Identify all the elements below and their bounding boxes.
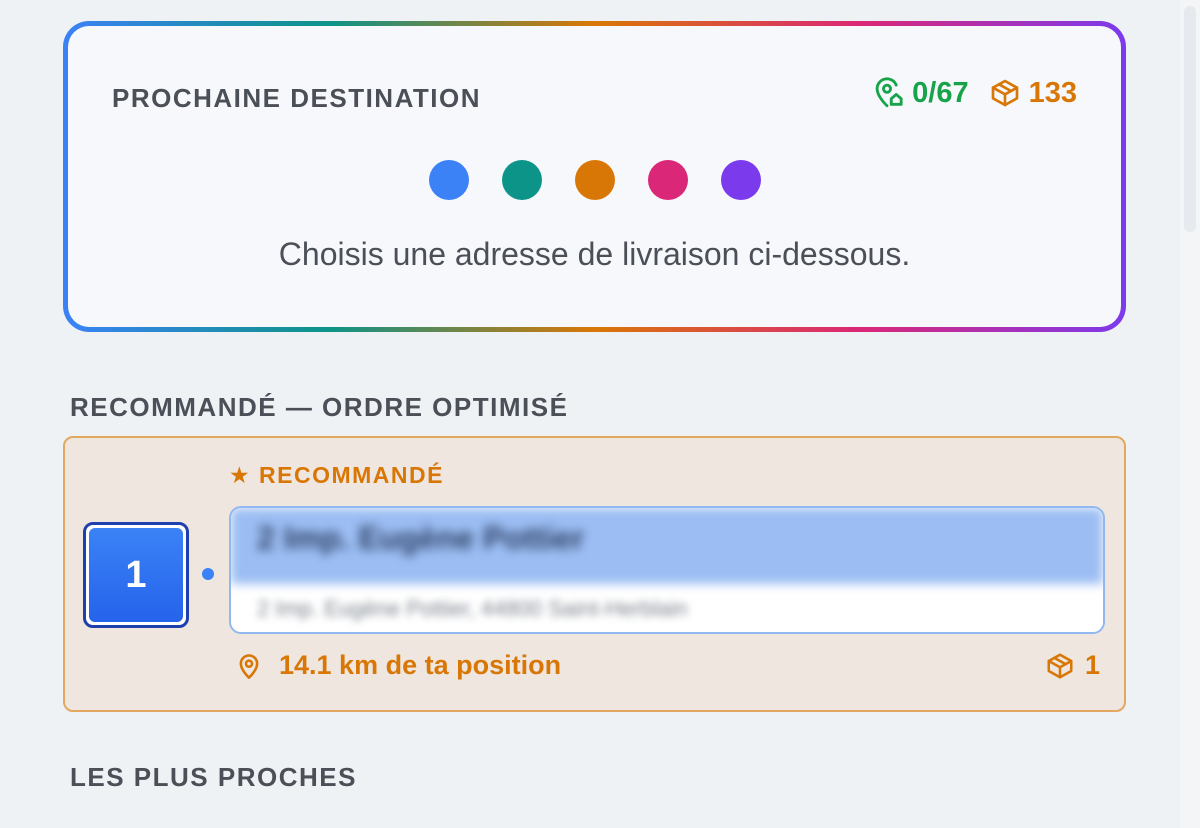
parcel-count: 1 — [1045, 650, 1100, 681]
package-icon — [989, 77, 1021, 109]
connector-dot — [202, 568, 214, 580]
recommended-badge: ★ RECOMMANDÉ — [229, 462, 444, 488]
distance-info: 14.1 km de ta position — [235, 650, 561, 681]
order-number: 1 — [89, 528, 183, 622]
scrollbar-thumb[interactable] — [1184, 6, 1196, 232]
dot-orange — [574, 160, 615, 200]
destination-hint: Choisis une adresse de livraison ci-dess… — [278, 236, 911, 272]
address-title: 2 Imp. Eugène Pottier — [231, 508, 1103, 584]
dot-purple — [720, 160, 761, 200]
parcels-total-value: 133 — [1028, 76, 1077, 109]
map-pin-icon — [235, 651, 263, 681]
next-destination-card: PROCHAINE DESTINATION 0/67 133 Choisis u… — [63, 21, 1126, 332]
color-dots — [68, 160, 1121, 200]
stops-progress-value: 0/67 — [912, 76, 969, 109]
location-home-icon — [870, 76, 904, 110]
address-block[interactable]: 2 Imp. Eugène Pottier 2 Imp. Eugène Pott… — [229, 506, 1105, 634]
dot-teal — [501, 160, 542, 200]
delivery-stats: 0/67 133 — [870, 76, 1077, 110]
dot-blue — [428, 160, 469, 200]
order-number-badge: 1 — [83, 522, 189, 628]
next-destination-title: PROCHAINE DESTINATION — [112, 83, 482, 113]
dot-pink — [647, 160, 688, 200]
address-full: 2 Imp. Eugène Pottier, 44800 Saint-Herbl… — [257, 596, 688, 621]
distance-text: 14.1 km de ta position — [279, 650, 562, 680]
parcel-count-value: 1 — [1084, 650, 1100, 680]
recommended-delivery-card[interactable]: ★ RECOMMANDÉ 1 2 Imp. Eugène Pottier 2 I… — [63, 436, 1126, 712]
nearest-section-title: LES PLUS PROCHES — [70, 762, 357, 792]
next-destination-panel: PROCHAINE DESTINATION 0/67 133 Choisis u… — [68, 26, 1121, 327]
parcels-total: 133 — [989, 77, 1077, 110]
stops-progress: 0/67 — [870, 76, 969, 110]
recommended-section-title: RECOMMANDÉ — ORDRE OPTIMISÉ — [70, 392, 569, 422]
package-icon — [1045, 651, 1075, 681]
